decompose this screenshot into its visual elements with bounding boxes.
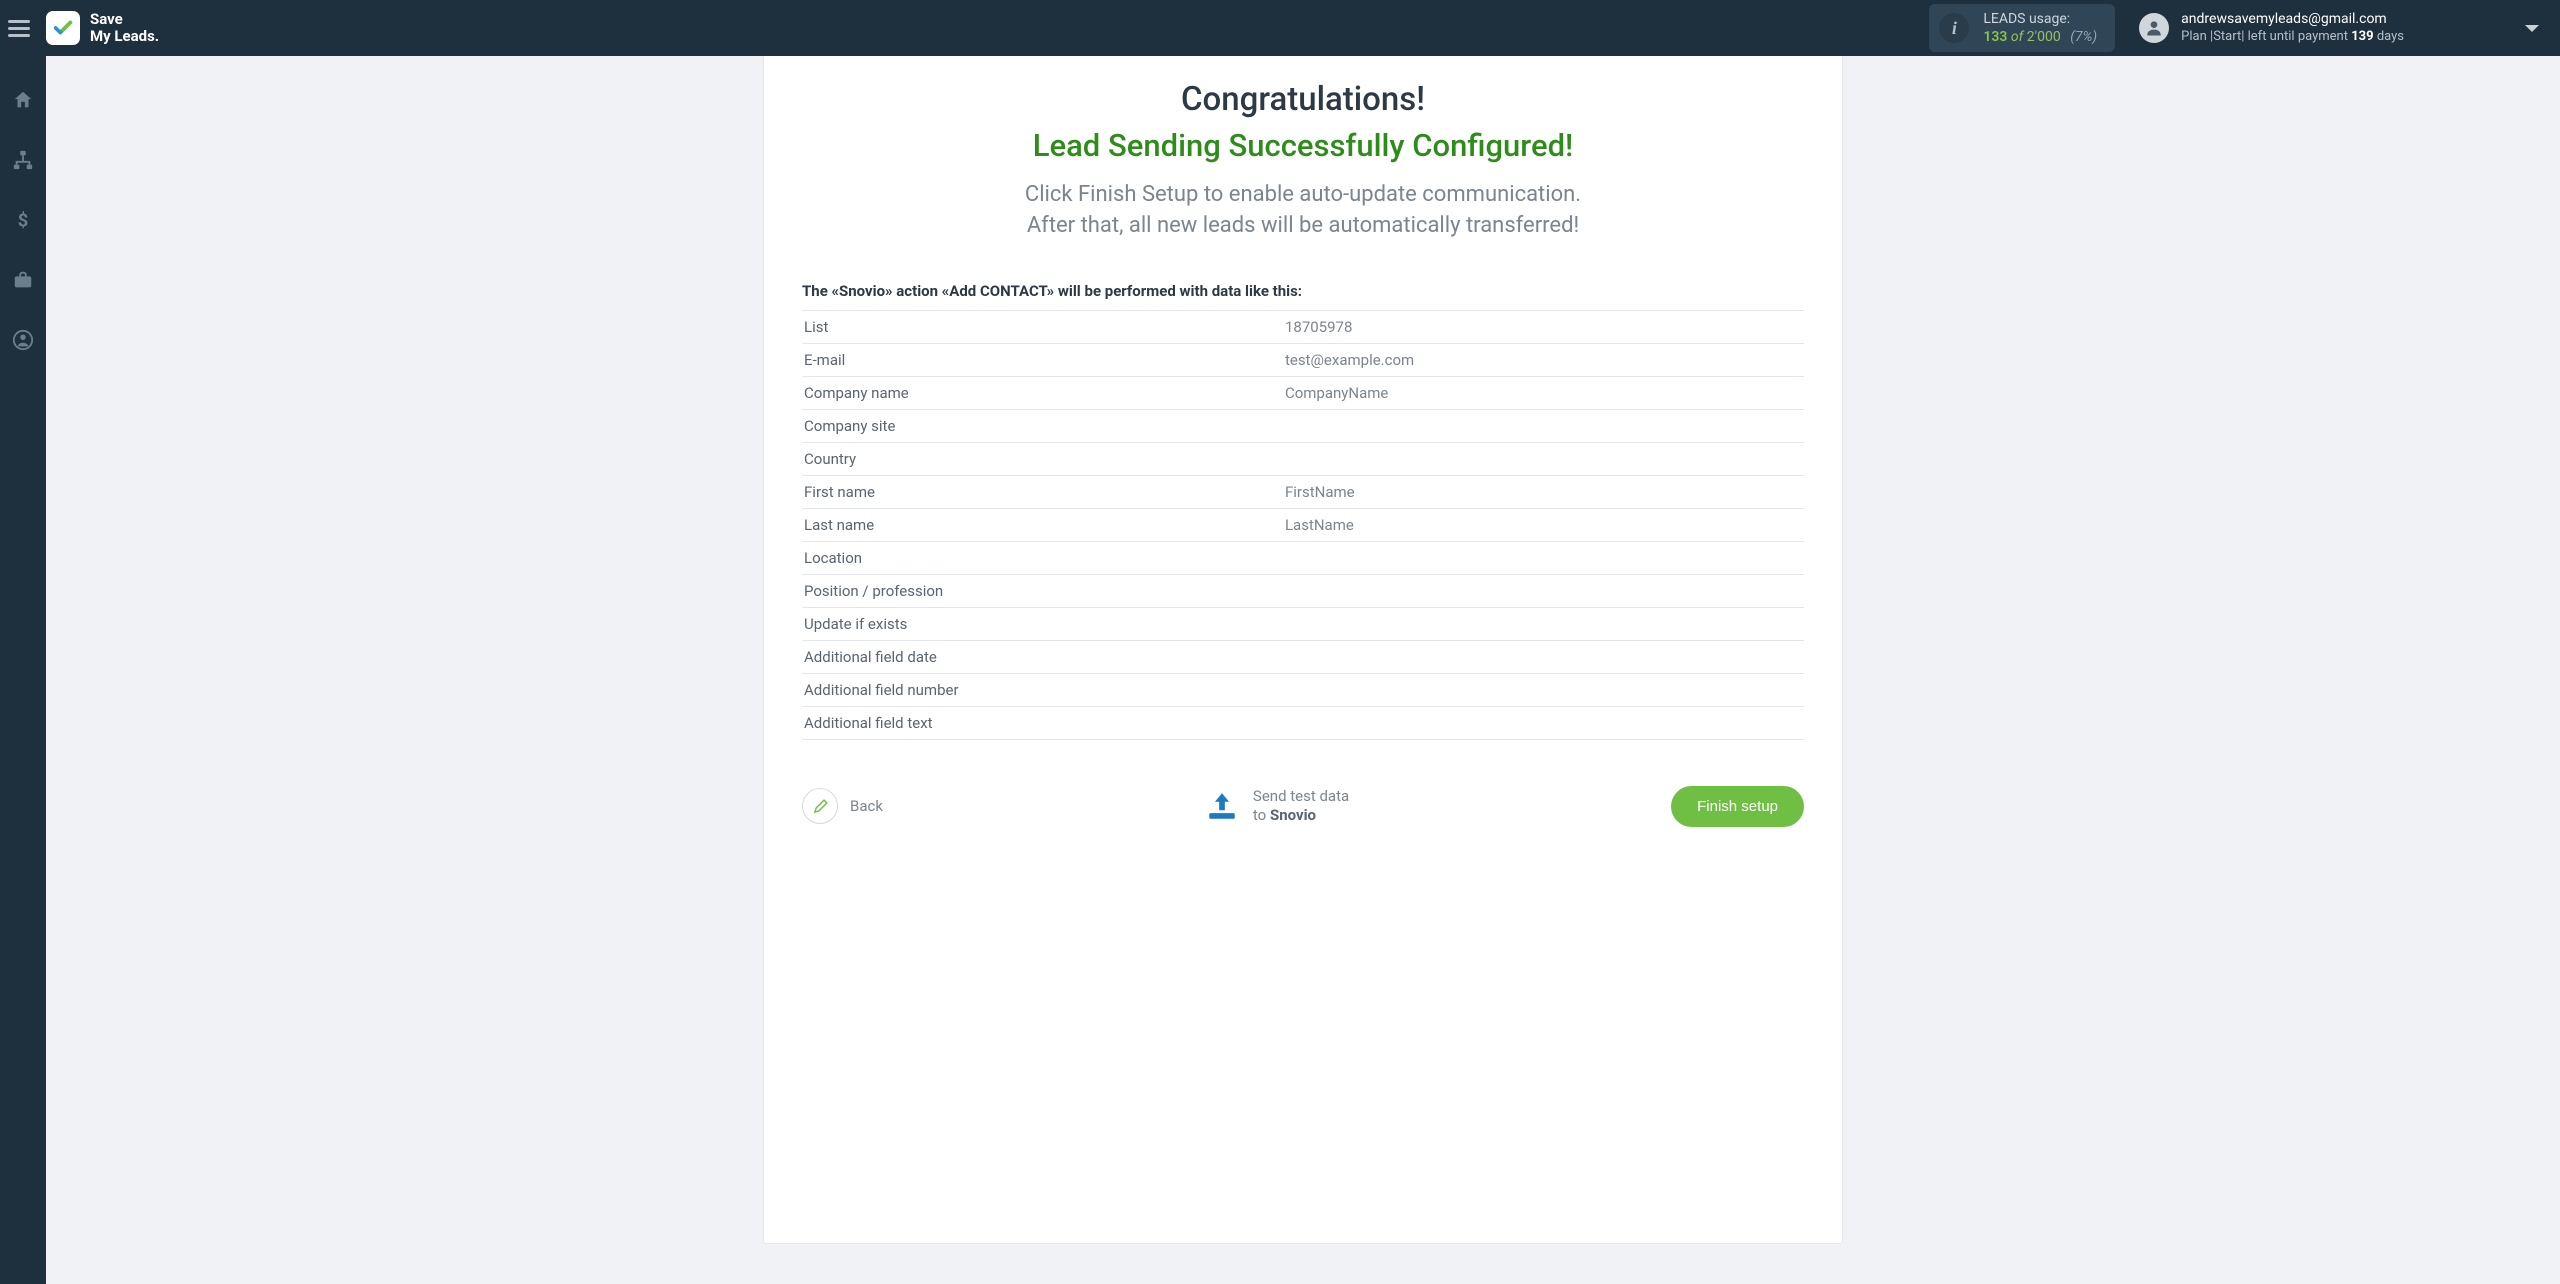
field-value (1283, 607, 1804, 640)
table-row: First nameFirstName (802, 475, 1804, 508)
topbar: Save My Leads. i LEADS usage: 133 of 2'0… (0, 0, 2560, 56)
field-value (1283, 442, 1804, 475)
dollar-icon: $ (12, 209, 34, 231)
user-plan-line: Plan |Start| left until payment 139 days (2181, 29, 2404, 45)
brand-name: Save My Leads. (90, 11, 159, 46)
leads-usage-card: i LEADS usage: 133 of 2'000 (7%) (1929, 4, 2115, 52)
hierarchy-icon (12, 149, 34, 171)
field-value: 18705978 (1283, 310, 1804, 343)
field-key: Position / profession (802, 574, 1283, 607)
table-row: Additional field date (802, 640, 1804, 673)
svg-text:$: $ (18, 210, 29, 231)
table-row: List18705978 (802, 310, 1804, 343)
table-row: E-mailtest@example.com (802, 343, 1804, 376)
field-value (1283, 409, 1804, 442)
field-value: CompanyName (1283, 376, 1804, 409)
table-row: Company site (802, 409, 1804, 442)
main-canvas: Congratulations! Lead Sending Successful… (46, 56, 2560, 1284)
field-value: FirstName (1283, 475, 1804, 508)
field-value: LastName (1283, 508, 1804, 541)
action-description: The «Snovio» action «Add CONTACT» will b… (802, 282, 1804, 300)
field-key: Additional field number (802, 673, 1283, 706)
app-logo[interactable] (46, 11, 80, 45)
info-icon: i (1939, 13, 1969, 43)
field-key: Additional field text (802, 706, 1283, 739)
footer-actions: Back Send test data to Snovio Finish set… (802, 786, 1804, 827)
table-row: Additional field text (802, 706, 1804, 739)
table-row: Additional field number (802, 673, 1804, 706)
user-menu-chevron[interactable] (2524, 19, 2540, 38)
table-row: Location (802, 541, 1804, 574)
field-value (1283, 541, 1804, 574)
table-row: Country (802, 442, 1804, 475)
success-heading: Lead Sending Successfully Configured! (802, 127, 1804, 164)
pencil-icon (802, 788, 838, 824)
field-value (1283, 706, 1804, 739)
field-key: List (802, 310, 1283, 343)
back-button[interactable]: Back (802, 788, 883, 824)
field-key: First name (802, 475, 1283, 508)
user-email: andrewsavemyleads@gmail.com (2181, 11, 2404, 29)
menu-toggle[interactable] (8, 14, 36, 42)
upload-icon (1205, 791, 1239, 821)
field-value (1283, 640, 1804, 673)
field-value: test@example.com (1283, 343, 1804, 376)
table-row: Company nameCompanyName (802, 376, 1804, 409)
sidebar-briefcase[interactable] (0, 264, 46, 296)
fields-table: List18705978E-mailtest@example.comCompan… (802, 310, 1804, 740)
usage-count: 133 (1983, 29, 2007, 45)
table-row: Position / profession (802, 574, 1804, 607)
table-row: Update if exists (802, 607, 1804, 640)
field-value (1283, 574, 1804, 607)
field-key: Update if exists (802, 607, 1283, 640)
table-row: Last nameLastName (802, 508, 1804, 541)
setup-card: Congratulations! Lead Sending Successful… (763, 56, 1843, 1244)
briefcase-icon (12, 269, 34, 291)
sidebar-home[interactable] (0, 84, 46, 116)
sidebar: $ (0, 56, 46, 1284)
field-key: Company site (802, 409, 1283, 442)
send-test-button[interactable]: Send test data to Snovio (1205, 787, 1349, 826)
finish-setup-button[interactable]: Finish setup (1671, 786, 1804, 827)
field-value (1283, 673, 1804, 706)
chevron-down-icon (2524, 24, 2540, 34)
sidebar-billing[interactable]: $ (0, 204, 46, 236)
usage-title: LEADS usage: (1983, 10, 2097, 28)
home-icon (12, 89, 34, 111)
sidebar-account[interactable] (0, 324, 46, 356)
usage-total: 2'000 (2027, 29, 2061, 45)
description: Click Finish Setup to enable auto-update… (802, 180, 1804, 242)
field-key: Last name (802, 508, 1283, 541)
usage-percent: (7%) (2070, 29, 2097, 45)
field-key: E-mail (802, 343, 1283, 376)
user-circle-icon (12, 329, 34, 351)
field-key: Location (802, 541, 1283, 574)
field-key: Country (802, 442, 1283, 475)
user-avatar-icon (2139, 13, 2169, 43)
field-key: Additional field date (802, 640, 1283, 673)
field-key: Company name (802, 376, 1283, 409)
checkmark-logo-icon (52, 17, 74, 39)
user-menu[interactable]: andrewsavemyleads@gmail.com Plan |Start|… (2139, 11, 2404, 45)
congrats-heading: Congratulations! (802, 80, 1804, 119)
sidebar-connections[interactable] (0, 144, 46, 176)
